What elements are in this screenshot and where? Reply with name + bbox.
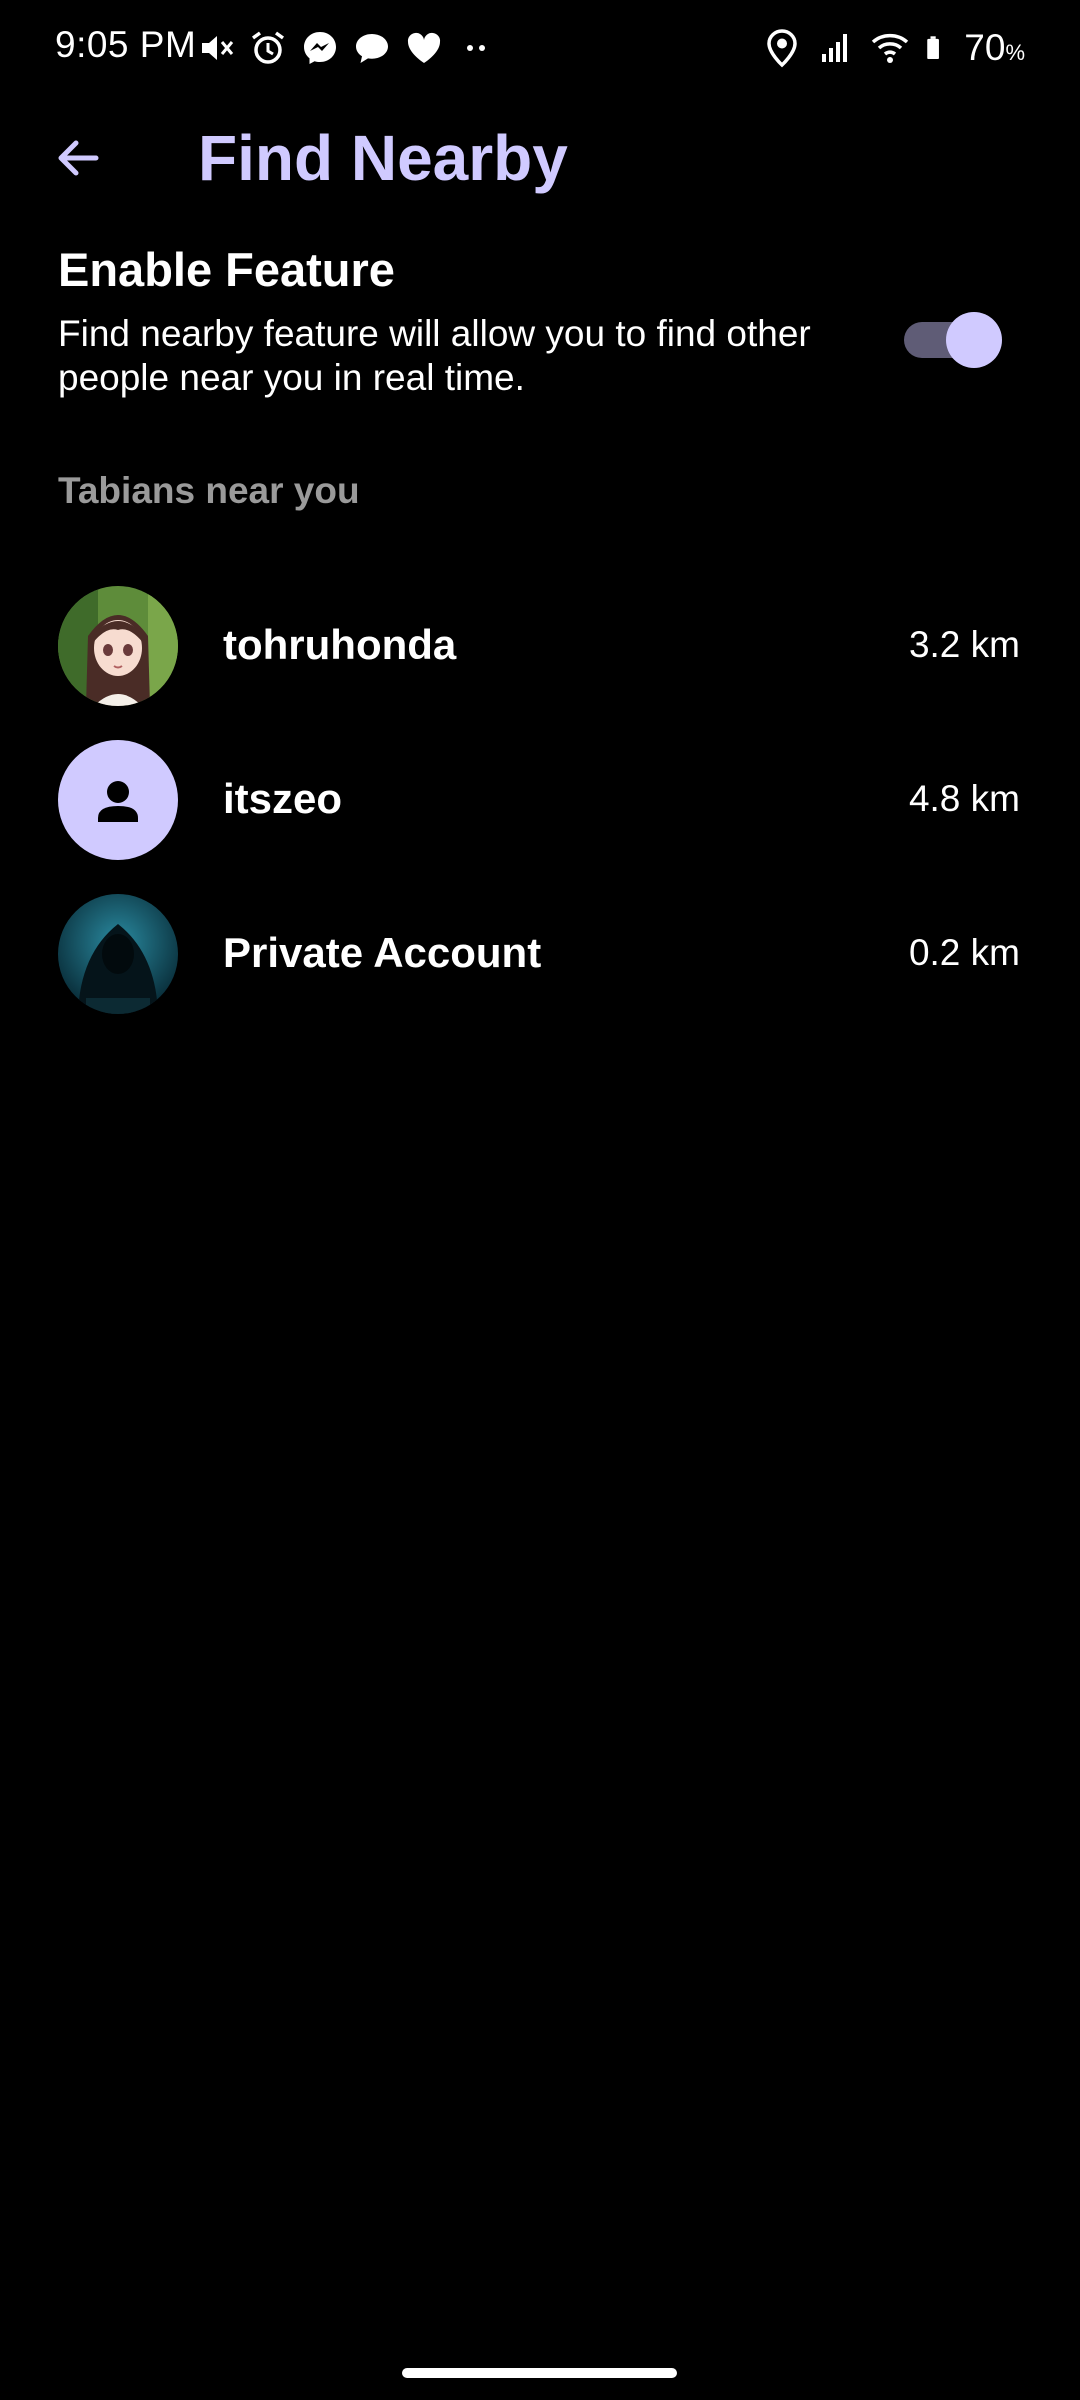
list-item[interactable]: tohruhonda 3.2 km — [0, 580, 1080, 734]
messenger-icon — [304, 32, 336, 64]
app-bar: Find Nearby — [0, 110, 1080, 206]
find-nearby-screen: 9:05 PM 70% Find Nearby Enable Feature F… — [0, 0, 1080, 2400]
home-gesture-bar[interactable] — [402, 2368, 677, 2378]
back-button[interactable] — [38, 124, 118, 192]
list-item[interactable]: Private Account 0.2 km — [0, 888, 1080, 1042]
feature-title: Enable Feature — [58, 243, 395, 296]
status-bar: 9:05 PM 70% — [0, 0, 1080, 96]
arrow-left-icon — [58, 140, 99, 176]
enable-feature-toggle[interactable] — [896, 304, 1006, 368]
username: Private Account — [223, 929, 542, 976]
feature-description: Find nearby feature will allow you to fi… — [58, 313, 811, 398]
battery-icon — [927, 36, 940, 60]
toggle-thumb — [946, 312, 1002, 368]
battery-level: 70% — [964, 27, 1025, 68]
enable-feature-section: Enable Feature Find nearby feature will … — [58, 240, 1028, 400]
default-person-avatar — [58, 740, 178, 860]
distance-label: 4.8 km — [908, 778, 1020, 819]
nearby-section-title: Tabians near you — [58, 470, 360, 511]
status-time: 9:05 PM — [55, 24, 197, 65]
nearby-users-list: tohruhonda 3.2 km itszeo 4.8 km Private … — [0, 580, 1080, 1042]
more-dots-icon — [467, 45, 485, 51]
alarm-icon — [251, 31, 285, 64]
distance-label: 0.2 km — [908, 932, 1020, 973]
system-icons: 70% — [762, 26, 1025, 70]
anime-girl-avatar — [58, 586, 178, 706]
distance-label: 3.2 km — [908, 624, 1020, 665]
page-title: Find Nearby — [198, 122, 568, 194]
hooded-figure-avatar — [58, 894, 178, 1014]
username: itszeo — [223, 775, 343, 822]
list-item[interactable]: itszeo 4.8 km — [0, 734, 1080, 888]
chat-bubble-icon — [356, 34, 388, 63]
mute-icon — [202, 36, 234, 60]
notification-icons — [196, 28, 496, 68]
location-icon — [767, 29, 798, 68]
heart-icon — [407, 32, 441, 63]
signal-icon — [822, 34, 848, 62]
wifi-icon — [872, 33, 909, 63]
username: tohruhonda — [223, 621, 457, 668]
